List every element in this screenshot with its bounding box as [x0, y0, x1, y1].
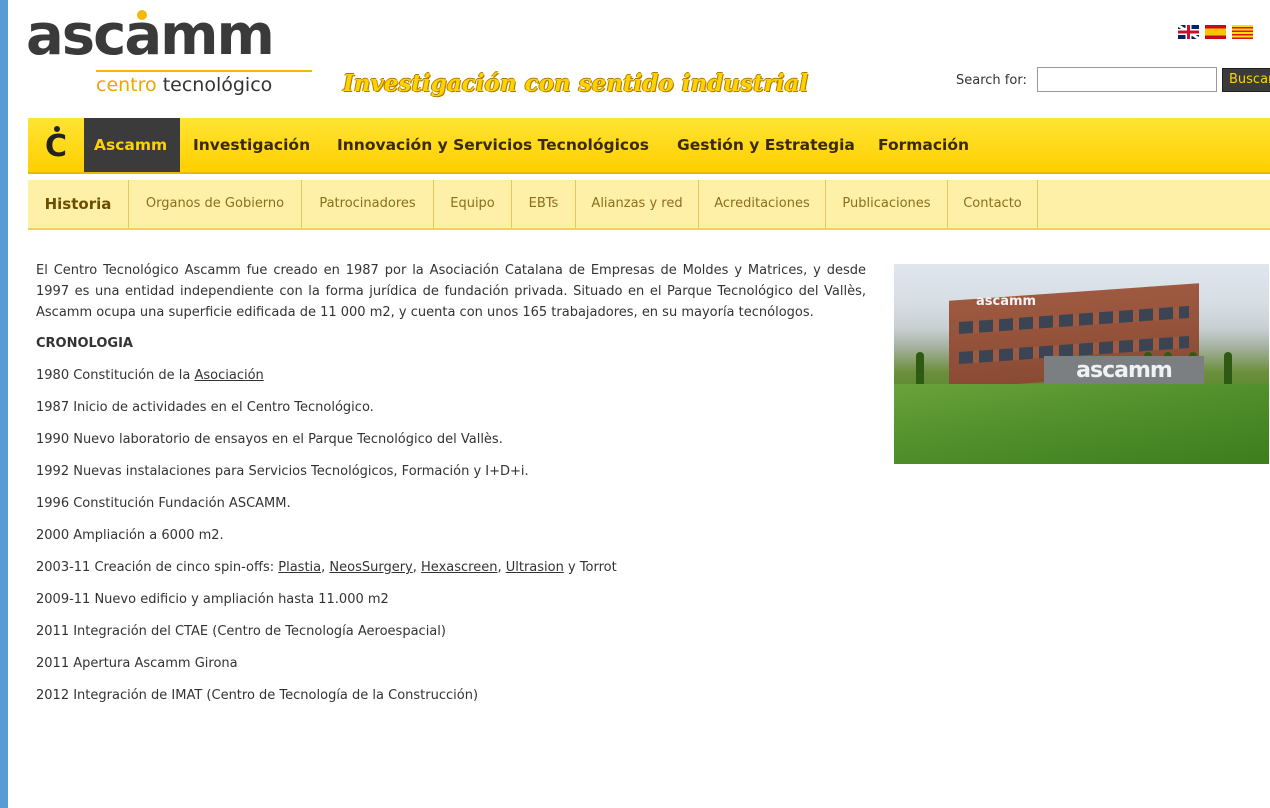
- lawn-shape: [894, 384, 1269, 464]
- cronologia-item: 2011 Apertura Ascamm Girona: [36, 656, 238, 671]
- catalonia-flag-icon[interactable]: [1232, 25, 1253, 39]
- ultrasion-link[interactable]: Ultrasion: [506, 560, 564, 575]
- page: ascamm centro tecnológico Investigación …: [8, 0, 1270, 808]
- cronologia-item-2003: 2003-11 Creación de cinco spin-offs: Pla…: [36, 557, 866, 578]
- subnav-item-ebts[interactable]: EBTs: [512, 180, 576, 228]
- separator: ,: [412, 560, 422, 575]
- c-dot-icon: [54, 126, 60, 132]
- cronologia-item: 2000 Ampliación a 6000 m2.: [36, 528, 224, 543]
- nav-item-formacion[interactable]: Formación: [878, 118, 969, 172]
- intro-paragraph: El Centro Tecnológico Ascamm fue creado …: [36, 263, 866, 320]
- slogan: Investigación con sentido industrial: [343, 70, 809, 97]
- search-button[interactable]: Buscar: [1222, 68, 1270, 92]
- nav-item-investigacion[interactable]: Investigación: [193, 118, 310, 172]
- entrance-sign-text: ascamm: [1044, 356, 1204, 386]
- conjunction: y: [563, 560, 580, 575]
- logo-dot-icon: [137, 10, 147, 20]
- subnav-item-patrocinadores[interactable]: Patrocinadores: [302, 180, 434, 228]
- language-switcher: [1178, 25, 1259, 41]
- subnav-item-equipo[interactable]: Equipo: [434, 180, 512, 228]
- cronologia-item-1980: 1980 Constitución de la Asociación: [36, 365, 866, 386]
- cronologia-item: 1996 Constitución Fundación ASCAMM.: [36, 496, 291, 511]
- uk-flag-icon[interactable]: [1178, 25, 1199, 39]
- neossurgery-link[interactable]: NeosSurgery: [329, 560, 412, 575]
- cronologia-1980-text: 1980 Constitución de la: [36, 368, 195, 383]
- subnav-item-contacto[interactable]: Contacto: [948, 180, 1038, 228]
- nav-icon-letter: C: [44, 129, 68, 164]
- cronologia-heading: CRONOLOGIA: [36, 336, 133, 351]
- plastia-link[interactable]: Plastia: [278, 560, 321, 575]
- subnav-item-publicaciones[interactable]: Publicaciones: [826, 180, 948, 228]
- cronologia-item: 1992 Nuevas instalaciones para Servicios…: [36, 464, 529, 479]
- logo-subtitle-part1: centro: [96, 74, 157, 96]
- cronologia-item: 2011 Integración del CTAE (Centro de Tec…: [36, 624, 446, 639]
- main-nav: C Ascamm Investigación Innovación y Serv…: [28, 118, 1270, 174]
- subnav-item-historia[interactable]: Historia: [28, 180, 129, 228]
- building-photo: ascamm ascamm: [894, 264, 1269, 464]
- search-input[interactable]: [1037, 67, 1217, 92]
- cronologia-item: 2009-11 Nuevo edificio y ampliación hast…: [36, 592, 389, 607]
- logo-subtitle: centro tecnológico: [96, 70, 312, 98]
- roof-sign-text: ascamm: [976, 294, 1037, 309]
- cronologia-item: 2012 Integración de IMAT (Centro de Tecn…: [36, 688, 479, 703]
- tree-shape: [916, 352, 924, 386]
- spain-flag-icon[interactable]: [1205, 25, 1226, 39]
- logo-wordmark: ascamm: [26, 3, 275, 68]
- cronologia-item: 1990 Nuevo laboratorio de ensayos en el …: [36, 432, 503, 447]
- subnav-item-alianzas[interactable]: Alianzas y red: [576, 180, 699, 228]
- nav-item-innovacion[interactable]: Innovación y Servicios Tecnológicos: [337, 118, 649, 172]
- nav-item-gestion[interactable]: Gestión y Estrategia: [677, 118, 855, 172]
- tree-shape: [1224, 352, 1232, 386]
- hexascreen-link[interactable]: Hexascreen: [421, 560, 497, 575]
- subnav-item-acreditaciones[interactable]: Acreditaciones: [699, 180, 826, 228]
- asociacion-link[interactable]: Asociación: [194, 368, 263, 383]
- cronologia-item: 1987 Inicio de actividades en el Centro …: [36, 400, 374, 415]
- sub-nav: Historia Organos de Gobierno Patrocinado…: [28, 180, 1270, 230]
- cronologia-2003-text: 2003-11 Creación de cinco spin-offs:: [36, 560, 279, 575]
- torrot-text: Torrot: [579, 560, 617, 575]
- search-label: Search for:: [956, 73, 1027, 88]
- ascamm-c-icon[interactable]: C: [28, 118, 84, 172]
- logo-subtitle-part2: tecnológico: [156, 74, 273, 96]
- nav-item-ascamm[interactable]: Ascamm: [84, 118, 180, 172]
- main-content: El Centro Tecnológico Ascamm fue creado …: [36, 260, 866, 706]
- ascamm-logo[interactable]: ascamm centro tecnológico: [26, 8, 326, 100]
- subnav-item-organos[interactable]: Organos de Gobierno: [129, 180, 302, 228]
- separator: ,: [497, 560, 506, 575]
